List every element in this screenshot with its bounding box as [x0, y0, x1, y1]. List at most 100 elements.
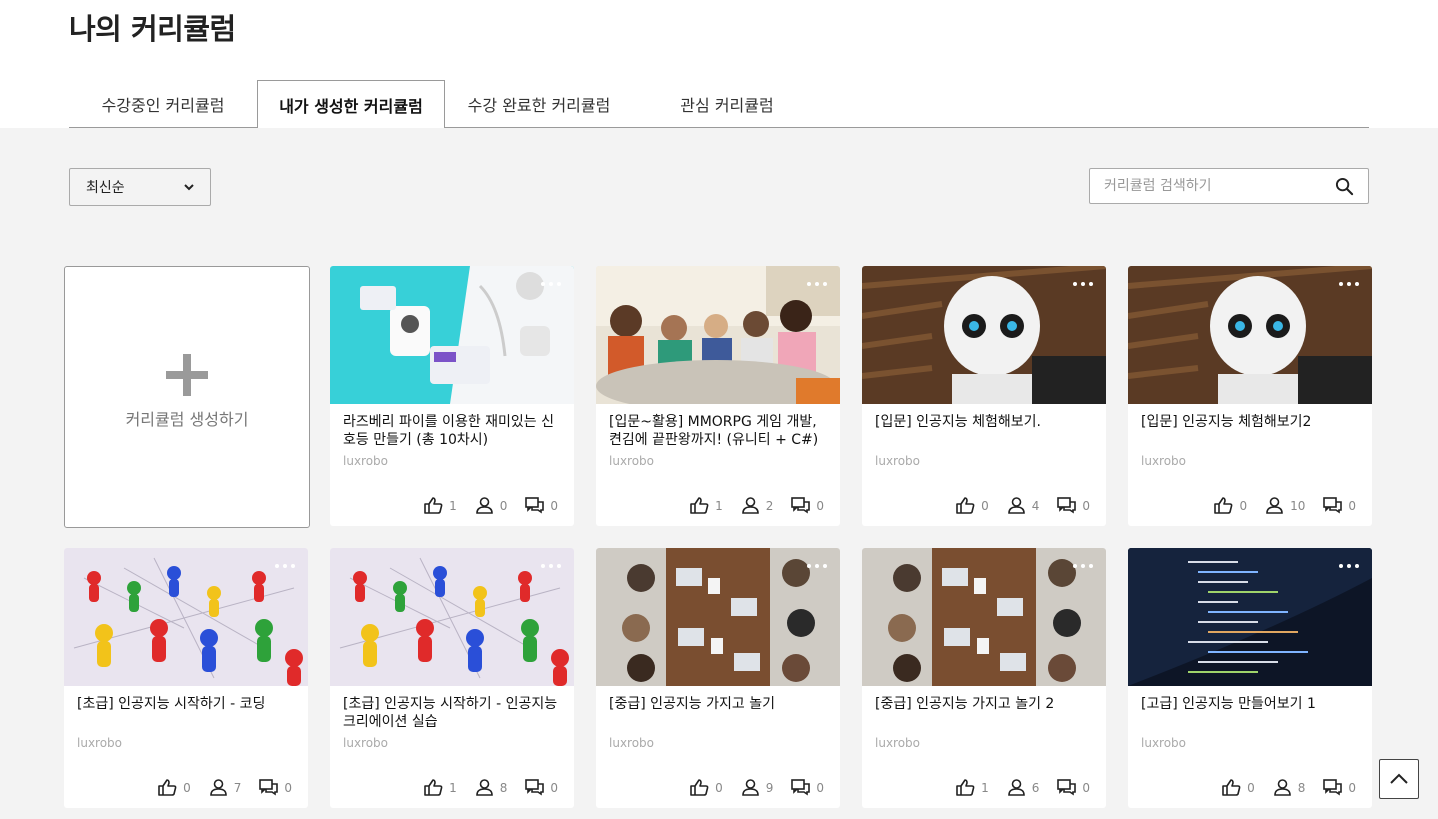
curriculum-author: luxrobo [1141, 736, 1187, 750]
create-curriculum-card[interactable]: 커리큘럼 생성하기 [64, 266, 310, 528]
more-dots-icon[interactable] [538, 276, 564, 292]
person-icon [1266, 497, 1283, 514]
tab-enrolled[interactable]: 수강중인 커리큘럼 [69, 80, 257, 128]
student-count: 8 [1297, 780, 1306, 795]
sort-select[interactable]: 최신순 [69, 168, 211, 206]
thumbs-up-icon [956, 497, 975, 514]
more-dots-icon[interactable] [804, 276, 830, 292]
curriculum-card[interactable]: [입문~활용] MMORPG 게임 개발, 켠김에 끝판왕까지! (유니티 + … [596, 266, 840, 526]
chat-bubbles-icon [1057, 779, 1077, 796]
more-dots-icon[interactable] [1070, 558, 1096, 574]
person-icon [1007, 779, 1025, 796]
search-input[interactable] [1090, 169, 1320, 203]
curriculum-stats: 0 8 0 [1204, 779, 1356, 796]
scroll-to-top-button[interactable] [1379, 759, 1419, 799]
person-icon [741, 779, 759, 796]
comment-count: 0 [1082, 498, 1090, 513]
person-icon [1273, 779, 1291, 796]
curriculum-stats: 0 4 0 [938, 497, 1090, 514]
curriculum-author: luxrobo [77, 736, 123, 750]
curriculum-author: luxrobo [609, 454, 655, 468]
search-icon[interactable] [1335, 177, 1354, 196]
more-dots-icon[interactable] [1070, 276, 1096, 292]
curriculum-stats: 0 7 0 [140, 779, 292, 796]
comment-count: 0 [1348, 780, 1356, 795]
curriculum-card[interactable]: [고급] 인공지능 만들어보기 1 luxrobo 0 8 0 [1128, 548, 1372, 808]
curriculum-author: luxrobo [1141, 454, 1187, 468]
more-dots-icon[interactable] [804, 558, 830, 574]
student-count: 4 [1031, 498, 1040, 513]
person-icon [1007, 497, 1025, 514]
more-dots-icon[interactable] [272, 558, 298, 574]
student-count: 8 [499, 780, 508, 795]
thumbs-up-icon [956, 779, 975, 796]
curriculum-card[interactable]: [중급] 인공지능 가지고 놀기 luxrobo 0 9 0 [596, 548, 840, 808]
student-count: 10 [1290, 498, 1306, 513]
comment-count: 0 [550, 780, 558, 795]
curriculum-title: [입문] 인공지능 체험해보기. [875, 414, 1041, 430]
search-box [1089, 168, 1369, 204]
like-count: 1 [981, 780, 989, 795]
person-icon [741, 497, 759, 514]
plus-icon [166, 354, 208, 396]
content-area: 최신순 커리큘럼 생성하기 라즈베리 파이를 이용한 재미있는 신호등 만들기 … [0, 128, 1438, 819]
curriculum-stats: 0 9 0 [672, 779, 824, 796]
person-icon [475, 779, 493, 796]
curriculum-tabs: 수강중인 커리큘럼 내가 생성한 커리큘럼 수강 완료한 커리큘럼 관심 커리큘… [69, 80, 1369, 129]
comment-count: 0 [1348, 498, 1356, 513]
thumbs-up-icon [158, 779, 177, 796]
page-title: 나의 커리큘럼 [69, 12, 236, 46]
curriculum-title: [중급] 인공지능 가지고 놀기 2 [875, 696, 1055, 712]
curriculum-author: luxrobo [609, 736, 655, 750]
more-dots-icon[interactable] [1336, 558, 1362, 574]
curriculum-stats: 1 6 0 [938, 779, 1090, 796]
tab-favorites[interactable]: 관심 커리큘럼 [633, 80, 821, 128]
thumbs-up-icon [1214, 497, 1233, 514]
like-count: 0 [1247, 780, 1255, 795]
student-count: 0 [499, 498, 508, 513]
like-count: 1 [449, 498, 457, 513]
thumbs-up-icon [1222, 779, 1241, 796]
chat-bubbles-icon [1323, 779, 1343, 796]
curriculum-card[interactable]: [초급] 인공지능 시작하기 - 코딩 luxrobo 0 7 0 [64, 548, 308, 808]
curriculum-card[interactable]: [중급] 인공지능 가지고 놀기 2 luxrobo 1 6 0 [862, 548, 1106, 808]
curriculum-card[interactable]: [입문] 인공지능 체험해보기2 luxrobo 0 10 0 [1128, 266, 1372, 526]
chat-bubbles-icon [525, 497, 545, 514]
curriculum-title: [고급] 인공지능 만들어보기 1 [1141, 696, 1316, 712]
curriculum-title: [중급] 인공지능 가지고 놀기 [609, 696, 775, 712]
curriculum-title: [입문] 인공지능 체험해보기2 [1141, 414, 1312, 430]
chat-bubbles-icon [1323, 497, 1343, 514]
chat-bubbles-icon [259, 779, 279, 796]
chat-bubbles-icon [525, 779, 545, 796]
more-dots-icon[interactable] [1336, 276, 1362, 292]
person-icon [475, 497, 493, 514]
like-count: 0 [981, 498, 989, 513]
curriculum-stats: 1 2 0 [672, 497, 824, 514]
like-count: 0 [1239, 498, 1248, 513]
chat-bubbles-icon [791, 779, 811, 796]
tab-completed[interactable]: 수강 완료한 커리큘럼 [445, 80, 633, 128]
thumbs-up-icon [690, 779, 709, 796]
tab-created[interactable]: 내가 생성한 커리큘럼 [257, 80, 445, 129]
curriculum-card[interactable]: [입문] 인공지능 체험해보기. luxrobo 0 4 0 [862, 266, 1106, 526]
curriculum-author: luxrobo [343, 736, 389, 750]
like-count: 0 [183, 780, 191, 795]
curriculum-author: luxrobo [875, 454, 921, 468]
chat-bubbles-icon [1057, 497, 1077, 514]
thumbs-up-icon [424, 497, 443, 514]
thumbs-up-icon [424, 779, 443, 796]
curriculum-title: [초급] 인공지능 시작하기 - 코딩 [77, 696, 266, 712]
curriculum-card[interactable]: 라즈베리 파이를 이용한 재미있는 신호등 만들기 (총 10차시) luxro… [330, 266, 574, 526]
chevron-up-icon [1390, 773, 1408, 784]
curriculum-author: luxrobo [343, 454, 389, 468]
like-count: 0 [715, 780, 723, 795]
curriculum-card[interactable]: [초급] 인공지능 시작하기 - 인공지능 크리에이션 실습 luxrobo 1… [330, 548, 574, 808]
comment-count: 0 [1082, 780, 1090, 795]
chevron-down-icon [184, 184, 194, 191]
more-dots-icon[interactable] [538, 558, 564, 574]
comment-count: 0 [816, 498, 824, 513]
person-icon [209, 779, 227, 796]
sort-selected-value: 최신순 [86, 180, 125, 196]
comment-count: 0 [284, 780, 292, 795]
curriculum-stats: 0 10 0 [1196, 497, 1356, 514]
